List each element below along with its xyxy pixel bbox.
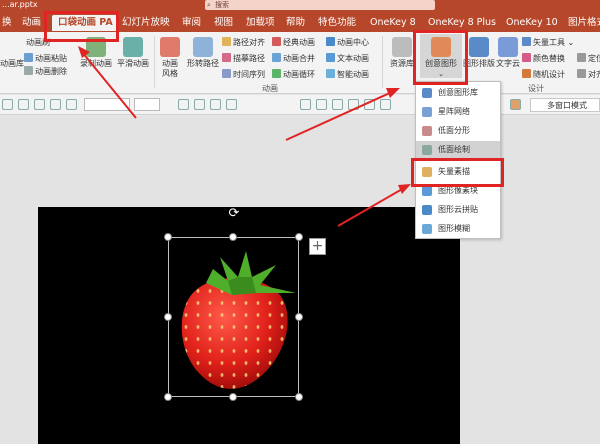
annotation-arrows bbox=[78, 46, 411, 227]
